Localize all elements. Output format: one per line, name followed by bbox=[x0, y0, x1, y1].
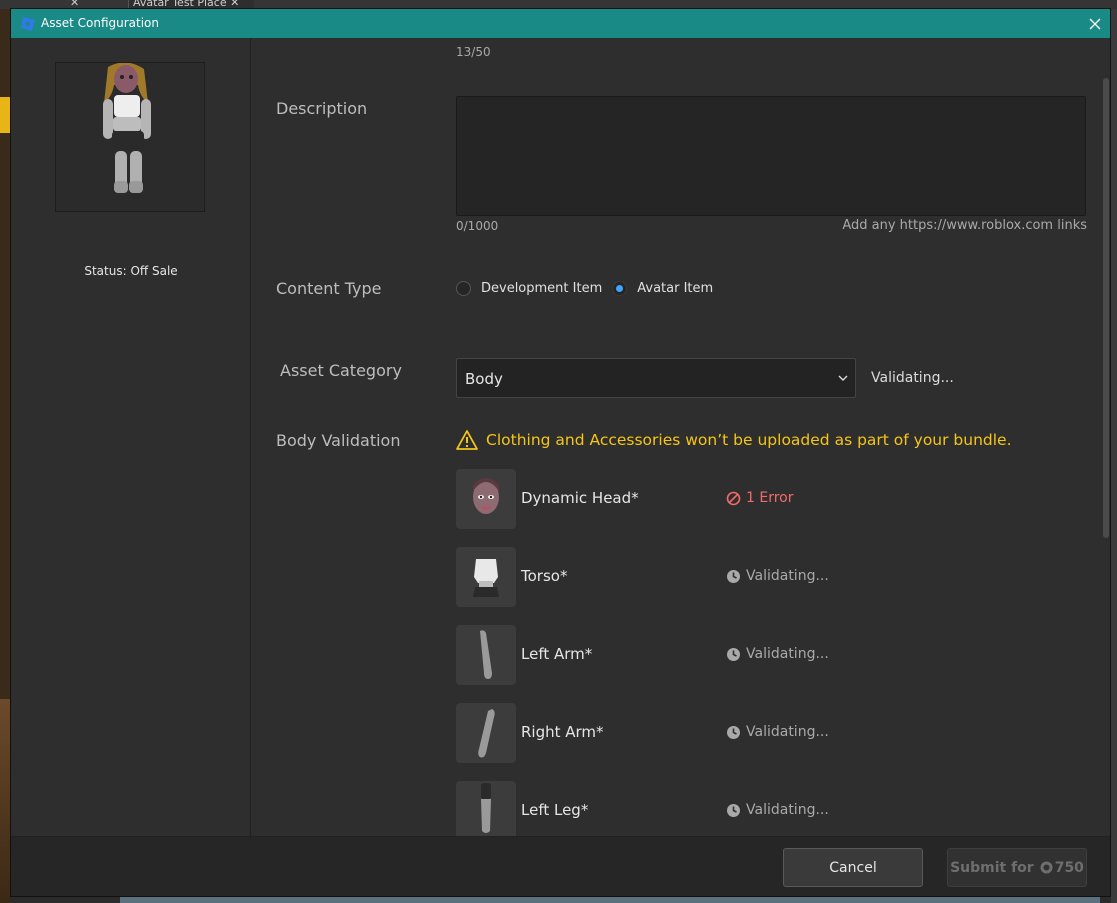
body-part-thumbnail bbox=[456, 469, 516, 529]
warning-icon bbox=[456, 430, 478, 450]
asset-category-value: Body bbox=[465, 370, 503, 388]
radio-development-item[interactable]: Development Item bbox=[456, 280, 603, 296]
body-part-thumbnail bbox=[456, 547, 516, 607]
body-part-row: Dynamic Head* 1 Error bbox=[456, 469, 1076, 529]
clock-icon bbox=[727, 569, 740, 583]
dialog-titlebar[interactable]: Asset Configuration bbox=[11, 9, 1110, 38]
form-scrollbar[interactable] bbox=[1102, 38, 1110, 836]
chevron-down-icon bbox=[838, 375, 848, 381]
submit-button[interactable]: Submit for 750 bbox=[947, 848, 1087, 887]
background-viewport-bottom bbox=[120, 897, 1100, 903]
description-input[interactable] bbox=[456, 96, 1086, 216]
bundle-warning: Clothing and Accessories won’t be upload… bbox=[456, 429, 1012, 451]
left-arm-image bbox=[480, 630, 492, 679]
body-part-name: Left Leg* bbox=[521, 801, 589, 819]
robux-icon bbox=[1040, 861, 1053, 874]
radio-avatar-item[interactable]: Avatar Item bbox=[612, 280, 714, 296]
torso-image bbox=[473, 559, 499, 597]
body-part-thumbnail bbox=[456, 625, 516, 685]
name-character-counter: 13/50 bbox=[456, 45, 491, 59]
close-icon bbox=[1089, 18, 1101, 30]
radio-label: Avatar Item bbox=[637, 280, 714, 296]
content-type-radio-group: Development Item Avatar Item bbox=[456, 278, 723, 298]
cancel-button[interactable]: Cancel bbox=[783, 848, 923, 887]
body-part-row: Left Leg* Validating... bbox=[456, 781, 1076, 836]
body-part-status-text: Validating... bbox=[746, 646, 829, 662]
dialog-title: Asset Configuration bbox=[41, 16, 159, 30]
content-type-label: Content Type bbox=[276, 279, 382, 298]
asset-category-dropdown[interactable]: Body bbox=[456, 358, 856, 398]
body-part-status: Validating... bbox=[726, 568, 829, 584]
avatar-preview-image bbox=[103, 62, 151, 193]
dialog-footer: Cancel Submit for 750 bbox=[11, 836, 1110, 896]
radio-label: Development Item bbox=[481, 280, 603, 296]
clock-icon bbox=[727, 803, 740, 817]
asset-preview-panel: Status: Off Sale bbox=[11, 38, 251, 836]
body-part-name: Left Arm* bbox=[521, 645, 593, 663]
close-button[interactable] bbox=[1084, 13, 1106, 35]
body-part-thumbnail bbox=[456, 703, 516, 763]
right-arm-image bbox=[478, 709, 495, 758]
body-part-row: Right Arm* Validating... bbox=[456, 703, 1076, 763]
studio-icon bbox=[21, 17, 35, 31]
radio-button-selected[interactable] bbox=[612, 280, 628, 296]
body-part-status: Validating... bbox=[726, 646, 829, 662]
description-character-counter: 0/1000 bbox=[456, 219, 499, 233]
asset-category-label: Asset Category bbox=[280, 361, 402, 380]
body-part-name: Torso* bbox=[521, 567, 568, 585]
background-scene bbox=[0, 699, 10, 903]
asset-form: 13/50 Description 0/1000 Add any https:/… bbox=[252, 38, 1102, 836]
submit-label: Submit for bbox=[950, 859, 1034, 876]
body-part-status: Validating... bbox=[726, 724, 829, 740]
background-toolbar-strip bbox=[0, 97, 10, 133]
body-part-row: Torso* Validating... bbox=[456, 547, 1076, 607]
left-leg-image bbox=[481, 783, 491, 833]
asset-category-status: Validating... bbox=[871, 370, 954, 386]
body-part-status: Validating... bbox=[726, 802, 829, 818]
body-part-status-text: Validating... bbox=[746, 568, 829, 584]
body-part-name: Right Arm* bbox=[521, 723, 604, 741]
background-panel-right bbox=[1111, 9, 1117, 903]
background-viewport-left bbox=[0, 9, 10, 903]
body-part-thumbnail bbox=[456, 781, 516, 836]
scrollbar-thumb[interactable] bbox=[1103, 78, 1109, 538]
body-part-name: Dynamic Head* bbox=[521, 489, 639, 507]
clock-icon bbox=[727, 725, 740, 739]
body-part-status-text: Validating... bbox=[746, 802, 829, 818]
body-part-row: Left Arm* Validating... bbox=[456, 625, 1076, 685]
description-hint: Add any https://www.roblox.com links bbox=[842, 218, 1087, 233]
submit-price: 750 bbox=[1054, 859, 1084, 876]
dynamic-head-image bbox=[473, 478, 499, 514]
avatar-preview bbox=[55, 62, 205, 212]
body-part-status: 1 Error bbox=[726, 490, 793, 506]
sale-status: Status: Off Sale bbox=[84, 264, 178, 278]
body-validation-label: Body Validation bbox=[276, 431, 401, 450]
radio-button[interactable] bbox=[456, 280, 471, 296]
bundle-warning-text: Clothing and Accessories won’t be upload… bbox=[486, 431, 1012, 449]
description-label: Description bbox=[276, 99, 368, 118]
body-part-status-text: Validating... bbox=[746, 724, 829, 740]
asset-configuration-dialog: Asset Configuration Status: Off Sale 13/… bbox=[10, 8, 1111, 897]
no-entry-icon bbox=[726, 491, 741, 505]
body-part-status-text: 1 Error bbox=[746, 490, 794, 506]
clock-icon bbox=[727, 647, 740, 661]
